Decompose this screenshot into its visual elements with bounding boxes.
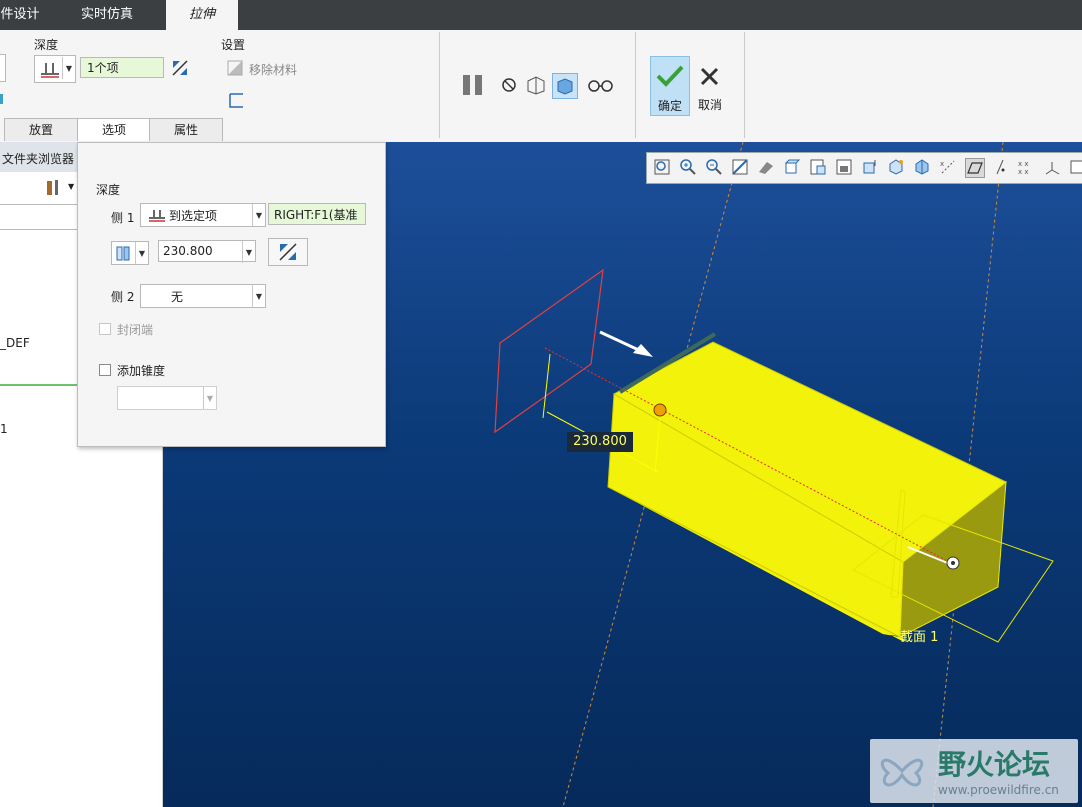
chevron-down-icon[interactable]: ▼ (203, 387, 216, 409)
dimension-witness-line (542, 353, 551, 419)
depth-drag-handle[interactable] (653, 403, 667, 417)
watermark-title: 野火论坛 (938, 748, 1051, 781)
side2-label: 侧 2 (111, 290, 135, 304)
tree-item[interactable]: 1 (0, 422, 8, 436)
section-icon[interactable] (861, 158, 879, 176)
verify-mode-icon[interactable] (552, 73, 578, 99)
blind-depth-icon (41, 63, 59, 78)
separate-preview-icon[interactable] (525, 74, 547, 96)
offset-surface-icon (116, 246, 130, 261)
side1-label: 侧 1 (111, 211, 135, 225)
tab-placement[interactable]: 放置 (4, 118, 78, 141)
ribbon-tab-bar: 件设计 实时仿真 拉伸 (0, 0, 1082, 30)
options-panel: 深度 侧 1 到选定项 ▼ RIGHT:F1(基准 ▼ 230.800 ▼ 侧 … (77, 142, 386, 447)
direction-arrow (599, 330, 644, 354)
add-taper-checkbox[interactable] (99, 364, 111, 376)
section-origin-marker (951, 561, 955, 565)
tab-options[interactable]: 选项 (77, 118, 151, 141)
flip-direction-icon (279, 243, 297, 261)
datum-point-display-icon[interactable] (991, 158, 1009, 176)
cancel-button[interactable]: 取消 (692, 56, 728, 114)
tab-extrude[interactable]: 拉伸 (166, 0, 238, 30)
saved-views-icon[interactable] (783, 158, 801, 176)
direction-arrow-head (633, 344, 653, 357)
remove-material-label: 移除材料 (249, 63, 298, 77)
folder-browser-tab[interactable]: 文件夹浏览器 (2, 150, 74, 167)
glasses-preview-icon[interactable] (587, 76, 615, 94)
remove-material-icon[interactable] (226, 59, 244, 77)
settings-label: 设置 (221, 38, 246, 52)
point-tag-display-icon[interactable]: x xx x (1017, 158, 1035, 176)
chevron-down-icon[interactable]: ▼ (62, 57, 75, 79)
options-depth-title: 深度 (96, 183, 121, 197)
display-style-icon[interactable] (757, 158, 775, 176)
chevron-down-icon[interactable]: ▼ (252, 204, 265, 226)
flip-offset-button[interactable] (268, 238, 308, 266)
annotation-display-icon[interactable] (1069, 158, 1082, 176)
ribbon-separator (744, 32, 745, 138)
section-label: 截面 1 (900, 630, 939, 645)
svg-text:x x: x x (1018, 160, 1029, 168)
ok-button[interactable]: 确定 (650, 56, 690, 116)
reference-plane (494, 268, 604, 434)
side2-depth-select[interactable]: 无 ▼ (140, 284, 266, 308)
csys-display-icon[interactable] (1043, 158, 1061, 176)
side1-depth-value: 到选定项 (169, 208, 218, 223)
capped-ends-checkbox[interactable] (99, 323, 111, 335)
side1-reference-field[interactable]: RIGHT:F1(基准 (268, 203, 366, 225)
side2-depth-value: 无 (171, 289, 184, 304)
close-icon (700, 67, 719, 86)
datum-axis-display-icon[interactable]: x (939, 158, 957, 176)
ribbon-left-button-fragment[interactable] (0, 54, 6, 82)
chevron-down-icon[interactable]: ▼ (242, 241, 255, 263)
svg-text:x x: x x (1018, 168, 1029, 176)
depth-reference-field[interactable]: 1个项 (80, 57, 164, 78)
butterfly-logo-icon (880, 758, 924, 787)
repaint-icon[interactable] (731, 158, 749, 176)
pause-icon[interactable] (460, 72, 486, 98)
datum-plane-display-icon[interactable] (965, 158, 985, 178)
tools-icon[interactable] (44, 178, 64, 198)
zoom-in-icon[interactable] (679, 158, 697, 176)
to-selected-depth-icon (149, 210, 165, 222)
add-taper-label: 添加锥度 (117, 364, 166, 378)
thicken-sketch-icon[interactable] (228, 92, 244, 108)
tab-realtime-simulation[interactable]: 实时仿真 (62, 0, 152, 30)
zoom-out-icon[interactable] (705, 158, 723, 176)
appearance-icon[interactable] (887, 158, 905, 176)
offset-value-field[interactable]: 230.800 ▼ (158, 240, 256, 263)
refit-icon[interactable] (653, 158, 671, 176)
capped-ends-label: 封闭端 (117, 323, 154, 337)
ribbon-separator (439, 32, 440, 138)
chevron-down-icon[interactable]: ▼ (135, 242, 148, 264)
chevron-down-icon[interactable]: ▼ (252, 285, 265, 307)
chevron-down-icon[interactable]: ▼ (68, 182, 74, 191)
offset-value: 230.800 (163, 244, 213, 258)
tree-item[interactable]: _DEF (0, 336, 30, 350)
side1-depth-select[interactable]: 到选定项 ▼ (140, 203, 266, 227)
watermark-url: www.proewildfire.cn (938, 783, 1059, 797)
ribbon-left-indicator (0, 94, 3, 104)
display-mode-icon[interactable] (913, 158, 931, 176)
offset-type-button[interactable]: ▼ (111, 241, 149, 265)
no-preview-icon[interactable] (500, 76, 518, 94)
svg-text:x: x (940, 160, 944, 168)
tab-properties[interactable]: 属性 (149, 118, 223, 141)
watermark: 野火论坛 www.proewildfire.cn (870, 739, 1078, 803)
ok-label: 确定 (657, 99, 682, 113)
depth-type-button[interactable]: ▼ (34, 55, 76, 83)
ribbon-separator (635, 32, 636, 138)
view-manager-icon[interactable] (809, 158, 827, 176)
flip-direction-icon[interactable] (169, 57, 191, 79)
dimension-value-label[interactable]: 230.800 (567, 432, 633, 452)
depth-label: 深度 (34, 38, 59, 52)
taper-angle-field[interactable]: ▼ (117, 386, 217, 410)
checkmark-icon (656, 65, 684, 87)
view-toolbar: x x xx x (646, 152, 1082, 184)
tab-part-design[interactable]: 件设计 (0, 0, 40, 30)
cancel-label: 取消 (697, 98, 722, 112)
perspective-icon[interactable] (835, 158, 853, 176)
